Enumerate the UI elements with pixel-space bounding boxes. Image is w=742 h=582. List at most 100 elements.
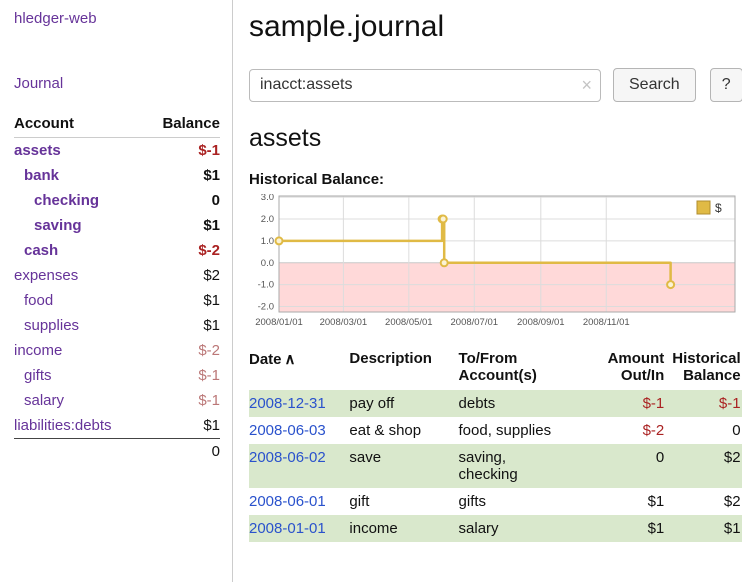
transaction-date-link[interactable]: 2008-06-01 <box>249 493 326 510</box>
account-row: saving $1 <box>14 213 220 238</box>
transaction-accounts: debts <box>459 390 590 417</box>
account-row: food $1 <box>14 288 220 313</box>
transaction-amount: $-2 <box>590 417 672 444</box>
register-header-date[interactable]: Date∧ <box>249 348 349 390</box>
transaction-date-link[interactable]: 2008-12-31 <box>249 395 326 412</box>
search-input[interactable] <box>249 69 601 102</box>
transaction-row[interactable]: 2008-12-31pay offdebts$-1$-1 <box>249 390 742 417</box>
sidebar-account-link[interactable]: bank <box>24 167 59 184</box>
account-balance: $1 <box>144 313 220 338</box>
app-title[interactable]: hledger-web <box>14 10 220 27</box>
sidebar-account-link[interactable]: expenses <box>14 267 78 284</box>
transaction-balance: 0 <box>672 417 742 444</box>
account-balance: $1 <box>144 413 220 439</box>
accounts-header-balance: Balance <box>144 112 220 138</box>
historical-balance-chart[interactable]: 3.02.01.00.0-1.0-2.02008/01/012008/03/01… <box>249 194 736 334</box>
search-bar: × Search ? <box>249 68 742 102</box>
transaction-date-link[interactable]: 2008-06-03 <box>249 422 326 439</box>
accounts-header-row: Account Balance <box>14 112 220 138</box>
accounts-header-account: Account <box>14 112 144 138</box>
account-balance: $-1 <box>144 363 220 388</box>
svg-text:-2.0: -2.0 <box>258 302 274 313</box>
account-balance: $-1 <box>144 138 220 164</box>
sidebar-account-link[interactable]: liabilities:debts <box>14 417 112 434</box>
svg-text:0.0: 0.0 <box>261 258 274 269</box>
svg-text:2.0: 2.0 <box>261 214 274 225</box>
transaction-description: save <box>349 444 458 488</box>
svg-text:2008/01/01: 2008/01/01 <box>255 317 303 328</box>
transaction-amount: $1 <box>590 515 672 542</box>
search-box: × <box>249 69 601 102</box>
sidebar-account-link[interactable]: gifts <box>24 367 52 384</box>
account-row: supplies $1 <box>14 313 220 338</box>
account-row: gifts $-1 <box>14 363 220 388</box>
help-button[interactable]: ? <box>710 68 742 102</box>
account-row: income $-2 <box>14 338 220 363</box>
transaction-description: gift <box>349 488 458 515</box>
main-content: sample.journal × Search ? assets Histori… <box>233 0 742 582</box>
transaction-row[interactable]: 2008-06-02 savesaving, checking0$2 <box>249 444 742 488</box>
account-balance: $-1 <box>144 388 220 413</box>
register-header-row: Date∧ Description To/From Account(s) Amo… <box>249 348 742 390</box>
svg-text:1.0: 1.0 <box>261 236 274 247</box>
svg-text:2008/05/01: 2008/05/01 <box>385 317 433 328</box>
account-balance: $1 <box>144 213 220 238</box>
register-header-balance: Historical Balance <box>672 348 742 390</box>
transaction-balance: $2 <box>672 488 742 515</box>
register-header-accounts: To/From Account(s) <box>459 348 590 390</box>
account-balance: $1 <box>144 288 220 313</box>
transaction-description: income <box>349 515 458 542</box>
account-heading: assets <box>249 124 742 153</box>
svg-text:2008/07/01: 2008/07/01 <box>451 317 499 328</box>
account-balance: $-2 <box>144 338 220 363</box>
transaction-amount: 0 <box>590 444 672 488</box>
transaction-accounts: saving, checking <box>459 444 590 488</box>
register-table: Date∧ Description To/From Account(s) Amo… <box>249 348 742 542</box>
transaction-row[interactable]: 2008-06-03eat & shopfood, supplies$-20 <box>249 417 742 444</box>
account-balance: $2 <box>144 263 220 288</box>
sort-ascending-icon: ∧ <box>285 351 296 368</box>
transaction-date-link[interactable]: 2008-06-02 <box>249 449 326 466</box>
sidebar-account-link[interactable]: checking <box>34 192 99 209</box>
transaction-accounts: salary <box>459 515 590 542</box>
transaction-balance: $-1 <box>672 390 742 417</box>
data-point-marker <box>440 216 447 223</box>
account-row: bank $1 <box>14 163 220 188</box>
account-row: liabilities:debts $1 <box>14 413 220 439</box>
account-row: cash $-2 <box>14 238 220 263</box>
account-balance: 0 <box>144 188 220 213</box>
sidebar-account-link[interactable]: salary <box>24 392 64 409</box>
data-point-marker <box>441 259 448 266</box>
sidebar-account-link[interactable]: income <box>14 342 62 359</box>
chart-negative-region <box>279 263 735 312</box>
account-row: checking 0 <box>14 188 220 213</box>
sidebar-account-link[interactable]: food <box>24 292 53 309</box>
transaction-balance: $2 <box>672 444 742 488</box>
transaction-row[interactable]: 2008-01-01incomesalary$1$1 <box>249 515 742 542</box>
transaction-accounts: gifts <box>459 488 590 515</box>
sidebar-account-link[interactable]: supplies <box>24 317 79 334</box>
transaction-description: eat & shop <box>349 417 458 444</box>
clear-search-icon[interactable]: × <box>581 75 592 96</box>
search-button[interactable]: Search <box>613 68 696 102</box>
transaction-row[interactable]: 2008-06-01 giftgifts$1$2 <box>249 488 742 515</box>
hledger-web-app: hledger-web Journal Account Balance asse… <box>0 0 742 582</box>
svg-text:-1.0: -1.0 <box>258 280 274 291</box>
register-header-description: Description <box>349 348 458 390</box>
account-row: salary $-1 <box>14 388 220 413</box>
sidebar-item-journal[interactable]: Journal <box>14 75 220 92</box>
transaction-amount: $1 <box>590 488 672 515</box>
legend-label: $ <box>715 201 722 215</box>
transaction-date-link[interactable]: 2008-01-01 <box>249 520 326 537</box>
svg-text:3.0: 3.0 <box>261 194 274 203</box>
sidebar-account-link[interactable]: cash <box>24 242 58 259</box>
page-title: sample.journal <box>249 10 742 44</box>
sidebar: hledger-web Journal Account Balance asse… <box>0 0 233 582</box>
accounts-total-value: 0 <box>144 439 220 465</box>
sidebar-account-link[interactable]: assets <box>14 142 61 159</box>
account-row: assets $-1 <box>14 138 220 164</box>
account-balance: $-2 <box>144 238 220 263</box>
account-balance: $1 <box>144 163 220 188</box>
sidebar-account-link[interactable]: saving <box>34 217 82 234</box>
data-point-marker <box>667 281 674 288</box>
